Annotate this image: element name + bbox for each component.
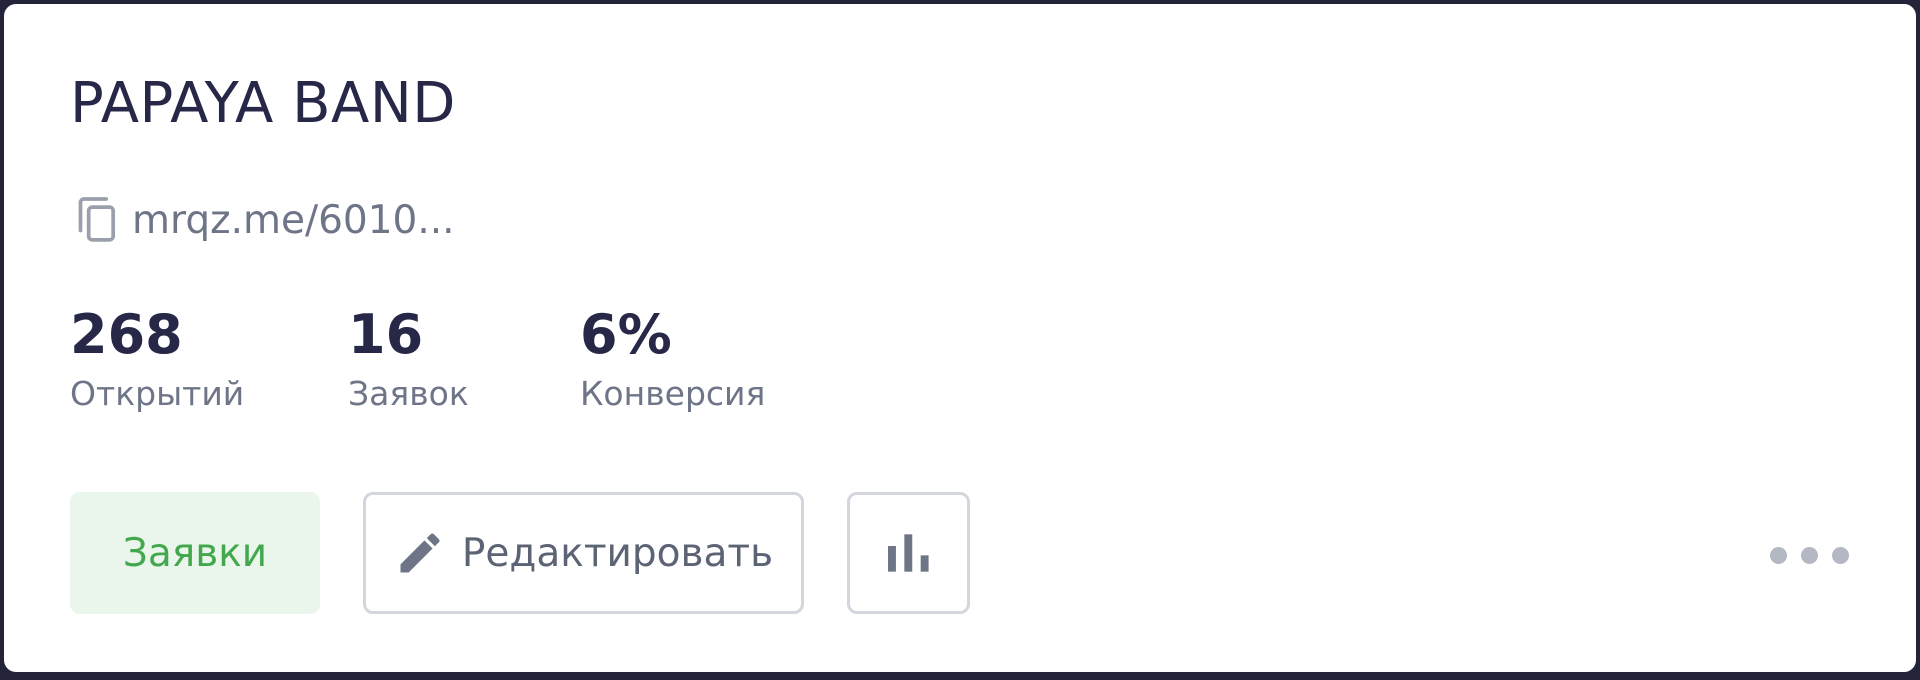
link-text[interactable]: mrqz.me/6010... bbox=[132, 198, 455, 243]
bar-chart-icon bbox=[887, 534, 929, 572]
requests-button-label: Заявки bbox=[122, 530, 268, 576]
more-dots-icon bbox=[1831, 546, 1849, 564]
stat-conversion: 6% Конверсия bbox=[580, 300, 765, 418]
stat-conversion-label: Конверсия bbox=[580, 374, 766, 413]
requests-button[interactable]: Заявки bbox=[70, 492, 320, 614]
stat-opens-value: 268 bbox=[70, 303, 183, 366]
stat-requests: 16 Заявок bbox=[348, 300, 469, 418]
stat-conversion-value: 6% bbox=[580, 303, 672, 366]
quiz-card: PAPAYA BAND mrqz.me/6010... 268 Открытий… bbox=[4, 4, 1916, 672]
stat-requests-value: 16 bbox=[348, 303, 424, 366]
copy-icon[interactable] bbox=[70, 192, 126, 248]
stat-opens-label: Открытий bbox=[70, 374, 245, 413]
edit-button-label: Редактировать bbox=[461, 530, 774, 576]
stat-opens: 268 Открытий bbox=[70, 300, 244, 418]
more-dots-icon bbox=[1769, 546, 1787, 564]
edit-button[interactable]: Редактировать bbox=[363, 492, 804, 614]
pencil-icon bbox=[400, 533, 440, 573]
card-title: PAPAYA BAND bbox=[70, 71, 456, 136]
more-dots-icon bbox=[1800, 546, 1818, 564]
statistics-button[interactable] bbox=[847, 492, 970, 614]
copy-link[interactable]: mrqz.me/6010... bbox=[70, 192, 455, 248]
stat-requests-label: Заявок bbox=[348, 374, 469, 413]
more-options-button[interactable] bbox=[1754, 524, 1864, 586]
